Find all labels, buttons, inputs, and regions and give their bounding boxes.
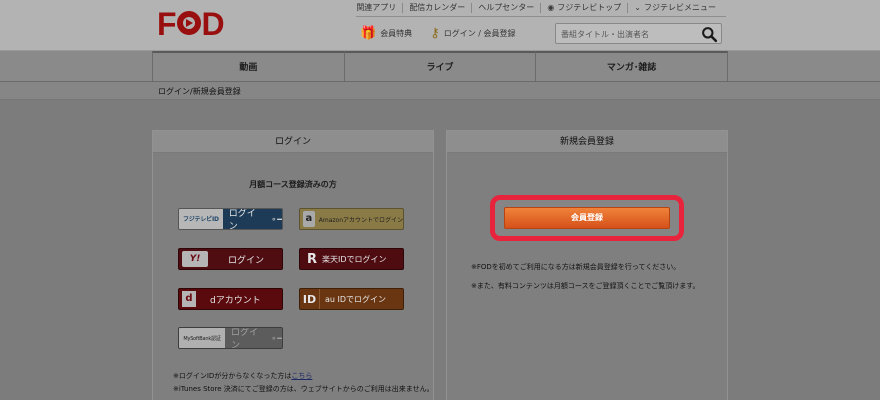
register-note-paid: ※また、有料コンテンツは月額コースをご登録頂くことでご覧頂けます。 (471, 282, 700, 290)
tab-live[interactable]: ライブ (343, 51, 536, 81)
member-special-link[interactable]: 🎁 会員特典 (360, 26, 412, 41)
rakuten-login-button[interactable]: R 楽天IDでログイン (299, 248, 404, 270)
yahoo-login-button[interactable]: Y! ログイン (178, 248, 283, 270)
top-link-calendar[interactable]: 配信カレンダー (402, 3, 471, 13)
login-register-link[interactable]: ⚷ ログイン / 会員登録 (430, 26, 515, 41)
fujitv-id-logo: フジテレビID (179, 209, 223, 229)
amazon-icon: a (303, 211, 315, 227)
fujitv-id-login-button[interactable]: フジテレビID ログイン ⚬━ (178, 208, 283, 230)
register-button[interactable]: 会員登録 (504, 207, 670, 229)
search-input[interactable]: 番組タイトル・出演者名 (555, 23, 722, 44)
tab-manga[interactable]: マンガ･雑誌 (535, 51, 729, 81)
top-links: 関連アプリ 配信カレンダー ヘルプセンター ◉ フジテレビトップ ⌄ フジテレビメニ… (350, 0, 722, 16)
top-link-help[interactable]: ヘルプセンター (471, 3, 540, 13)
amazon-login-button[interactable]: a Amazonアカウントでログイン (299, 208, 404, 230)
main-nav: 動画 ライブ マンガ･雑誌 (0, 50, 880, 82)
tab-video[interactable]: 動画 (152, 51, 344, 81)
register-highlight: 会員登録 (490, 195, 684, 241)
rakuten-icon: R (306, 251, 317, 267)
softbank-logo: MySoftBank認証 (179, 328, 225, 348)
d-account-login-button[interactable]: d dアカウント (178, 288, 283, 310)
register-note-first-time: ※FODを初めてご利用になる方は新規会員登録を行ってください。 (471, 263, 681, 271)
key-icon: ⚬━ (270, 214, 282, 224)
chevron-down-icon: ⌄ (634, 3, 641, 12)
au-id-login-button[interactable]: ID au IDでログイン (299, 288, 404, 310)
fujitv-eye-icon: ◉ (547, 3, 555, 12)
breadcrumb: ログイン/新規会員登録 (158, 87, 241, 96)
key-icon: ⚬━ (270, 333, 282, 343)
fod-logo[interactable]: FD (157, 7, 225, 41)
softbank-login-button[interactable]: MySoftBank認証 ログイン ⚬━ (178, 327, 283, 349)
member-row: 🎁 会員特典 ⚷ ログイン / 会員登録 (360, 24, 534, 42)
au-id-icon: ID (300, 289, 320, 309)
forgot-id-note: ※ログインIDが分からなくなった方はこちら (173, 372, 313, 380)
toplinks-divider (356, 16, 726, 17)
search-placeholder: 番組タイトル・出演者名 (561, 30, 649, 39)
yahoo-icon: Y! (182, 251, 208, 267)
search-icon[interactable] (701, 26, 718, 43)
site-header: FD 関連アプリ 配信カレンダー ヘルプセンター ◉ フジテレビトップ ⌄ フジテレ… (0, 0, 880, 50)
login-subtitle: 月額コース登録済みの方 (249, 180, 337, 189)
key-icon: ⚷ (430, 25, 440, 41)
play-logo-icon (176, 11, 201, 35)
itunes-note: ※iTunes Store 決済にてご登録の方は、ウェブサイトからのご利用は出来… (173, 385, 434, 393)
top-link-fujitv-menu[interactable]: ⌄ フジテレビメニュー (627, 3, 722, 13)
breadcrumb-bar: ログイン/新規会員登録 (0, 82, 880, 100)
login-panel-title: ログイン (153, 131, 433, 153)
login-panel: ログイン 月額コース登録済みの方 フジテレビID ログイン ⚬━ a Amazo… (152, 130, 434, 400)
register-panel: 新規会員登録 会員登録 ※FODを初めてご利用になる方は新規会員登録を行ってくだ… (446, 130, 728, 400)
register-panel-title: 新規会員登録 (447, 131, 727, 153)
forgot-id-link[interactable]: こちら (291, 372, 312, 380)
gift-icon: 🎁 (360, 25, 377, 41)
d-account-icon: d (182, 291, 196, 307)
top-link-fujitv-top[interactable]: ◉ フジテレビトップ (540, 3, 627, 13)
top-link-apps[interactable]: 関連アプリ (350, 3, 402, 13)
